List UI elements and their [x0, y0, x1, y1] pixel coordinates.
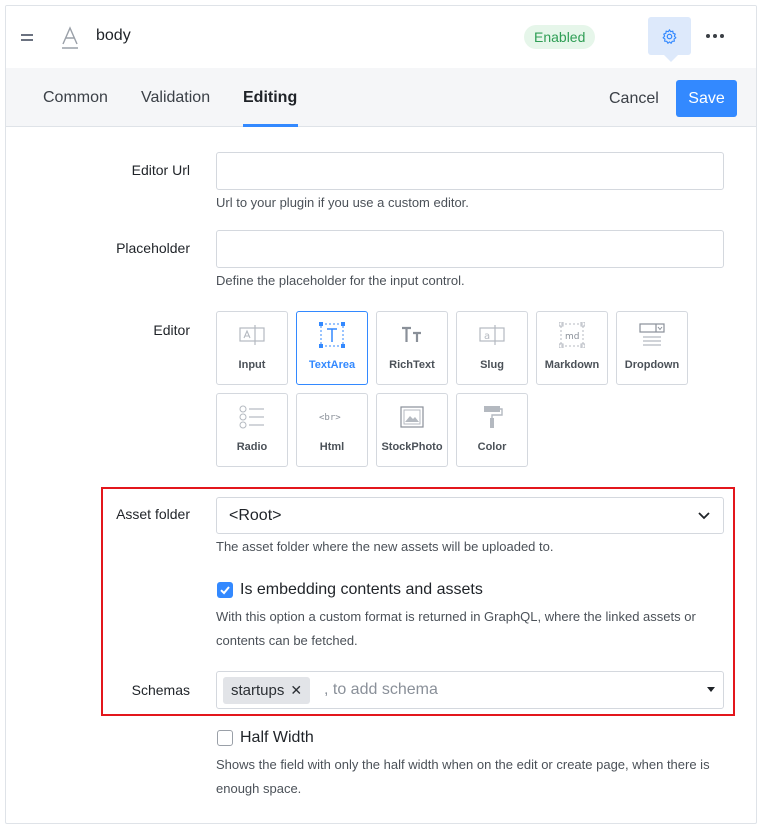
schema-tag: startups ✕	[223, 677, 311, 704]
tab-validation[interactable]: Validation	[141, 89, 210, 107]
svg-text:a: a	[484, 331, 490, 342]
more-options-icon[interactable]	[703, 21, 727, 51]
color-icon	[484, 406, 503, 428]
caret-down-icon[interactable]	[707, 687, 715, 692]
editor-option-label: Color	[477, 441, 507, 453]
chevron-down-icon	[698, 512, 710, 520]
editor-option-label: Markdown	[544, 359, 600, 371]
editor-option-label: Radio	[236, 441, 268, 453]
editor-option-label: RichText	[389, 359, 435, 371]
placeholder-input[interactable]	[216, 230, 724, 268]
tab-common[interactable]: Common	[43, 89, 108, 107]
embedding-label[interactable]: Is embedding contents and assets	[240, 581, 483, 599]
editor-option-label: StockPhoto	[381, 441, 443, 453]
asset-folder-value: <Root>	[229, 507, 282, 524]
stockphoto-icon	[400, 406, 424, 428]
richtext-icon	[402, 326, 421, 342]
remove-tag-icon[interactable]: ✕	[290, 677, 302, 704]
tab-bar: Common Validation Editing Cancel Save	[6, 68, 756, 127]
placeholder-label: Placeholder	[116, 240, 190, 256]
schemas-placeholder[interactable]: , to add schema	[324, 681, 438, 699]
editor-option-slug[interactable]: a Slug	[456, 311, 528, 385]
asset-folder-select[interactable]: <Root>	[216, 497, 724, 534]
editor-option-input[interactable]: Input	[216, 311, 288, 385]
active-tab-indicator	[243, 124, 298, 127]
schemas-label: Schemas	[131, 682, 190, 698]
editor-option-markdown[interactable]: md Markdown	[536, 311, 608, 385]
field-header: body Enabled	[6, 6, 756, 68]
asset-folder-label: Asset folder	[116, 506, 190, 522]
string-type-icon	[62, 26, 78, 49]
placeholder-hint: Define the placeholder for the input con…	[216, 273, 465, 288]
editor-option-radio[interactable]: Radio	[216, 393, 288, 467]
input-icon	[239, 325, 265, 345]
editor-option-dropdown[interactable]: Dropdown	[616, 311, 688, 385]
slug-icon: a	[479, 325, 505, 345]
editor-url-label: Editor Url	[131, 162, 190, 178]
html-icon: <br>	[319, 413, 341, 423]
half-width-hint: Shows the field with only the half width…	[216, 757, 710, 796]
status-badge: Enabled	[524, 25, 596, 49]
cancel-button[interactable]: Cancel	[609, 90, 659, 108]
editor-url-input[interactable]	[216, 152, 724, 190]
editor-option-html[interactable]: <br> Html	[296, 393, 368, 467]
drag-handle-icon[interactable]	[21, 34, 33, 44]
radio-icon	[239, 405, 264, 429]
schemas-tags-input[interactable]: startups ✕ , to add schema	[216, 671, 724, 709]
tab-editing[interactable]: Editing	[243, 89, 297, 107]
svg-text:<br>: <br>	[319, 413, 341, 423]
editor-option-label: TextArea	[308, 359, 356, 371]
svg-text:md: md	[565, 332, 579, 342]
embedding-hint: With this option a custom format is retu…	[216, 609, 696, 648]
settings-button[interactable]	[648, 17, 691, 62]
textarea-icon	[319, 322, 345, 348]
editor-option-label: Html	[319, 441, 345, 453]
gear-icon	[662, 28, 677, 44]
half-width-label[interactable]: Half Width	[240, 729, 314, 747]
editor-option-color[interactable]: Color	[456, 393, 528, 467]
editor-option-textarea[interactable]: TextArea	[296, 311, 368, 385]
asset-folder-hint: The asset folder where the new assets wi…	[216, 539, 554, 554]
editor-option-label: Dropdown	[624, 359, 680, 371]
schema-tag-label: startups	[231, 682, 285, 699]
editor-option-label: Slug	[480, 359, 504, 371]
editor-option-label: Input	[238, 359, 266, 371]
half-width-checkbox[interactable]	[217, 730, 233, 746]
dropdown-icon	[639, 323, 665, 346]
save-button[interactable]: Save	[676, 80, 737, 117]
field-name: body	[96, 27, 131, 44]
editor-option-stockphoto[interactable]: StockPhoto	[376, 393, 448, 467]
checkmark-icon	[220, 586, 230, 595]
editor-option-richtext[interactable]: RichText	[376, 311, 448, 385]
markdown-icon: md	[559, 322, 585, 348]
embedding-checkbox[interactable]	[217, 582, 233, 598]
editor-label: Editor	[153, 322, 190, 338]
editor-url-hint: Url to your plugin if you use a custom e…	[216, 195, 469, 210]
field-editor-panel: body Enabled Common Validation Editing C…	[5, 5, 757, 824]
